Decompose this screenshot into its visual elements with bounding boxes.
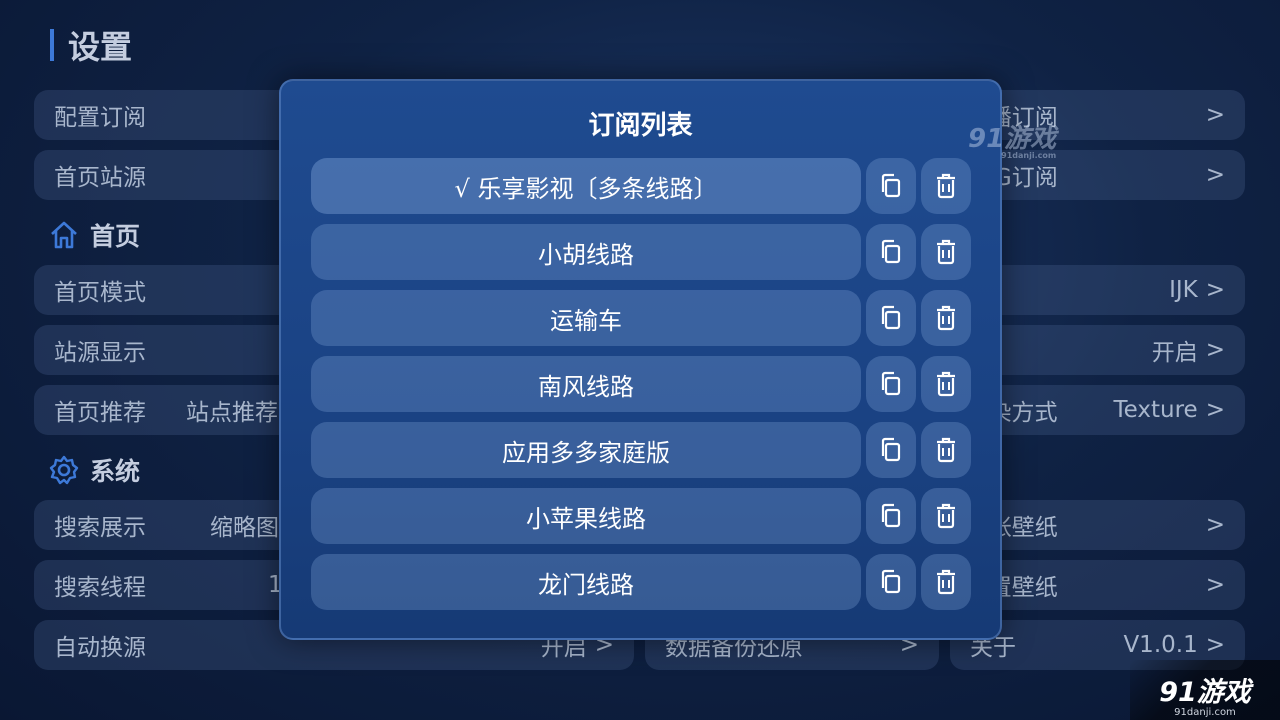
player-value: IJK xyxy=(1169,277,1198,303)
section-system: 系统 xyxy=(48,452,140,488)
section-system-title: 系统 xyxy=(90,457,141,486)
chevron-right-icon: > xyxy=(1205,337,1225,363)
home-source-label: 首页站源 xyxy=(54,165,146,191)
section-home: 首页 xyxy=(48,217,140,253)
subscription-item[interactable]: 南风线路 xyxy=(311,356,861,412)
search-display-label: 搜索展示 xyxy=(54,515,146,541)
corner-logo: 91游戏 91danji.com xyxy=(1130,660,1280,720)
watermark-logo: 91游戏 91danji.com xyxy=(968,118,1056,160)
auto-switch-label: 自动换源 xyxy=(54,635,146,661)
subscription-item[interactable]: √ 乐享影视〔多条线路〕 xyxy=(311,158,861,214)
watermark-text: 91游戏 xyxy=(968,124,1057,154)
subscription-item[interactable]: 小苹果线路 xyxy=(311,488,861,544)
delete-icon[interactable] xyxy=(921,158,971,214)
chevron-right-icon: > xyxy=(1205,102,1225,128)
version-value: V1.0.1 xyxy=(1123,632,1198,658)
page-title-text: 设置 xyxy=(68,28,133,66)
chevron-right-icon: > xyxy=(1205,277,1225,303)
epg-subscription-label: G订阅 xyxy=(993,165,1058,191)
chevron-right-icon: > xyxy=(1205,162,1225,188)
home-recommend-value: 站点推荐 xyxy=(186,400,278,426)
chevron-right-icon: > xyxy=(1205,632,1225,658)
home-recommend-label: 首页推荐 xyxy=(54,400,146,426)
delete-icon[interactable] xyxy=(921,290,971,346)
delete-icon[interactable] xyxy=(921,488,971,544)
section-home-title: 首页 xyxy=(90,222,141,251)
search-threads-label: 搜索线程 xyxy=(54,575,146,601)
copy-icon[interactable] xyxy=(866,554,916,610)
subscription-item[interactable]: 龙门线路 xyxy=(311,554,861,610)
page-title: 设置 xyxy=(50,26,132,66)
copy-icon[interactable] xyxy=(866,224,916,280)
chevron-right-icon: > xyxy=(1205,512,1225,538)
home-icon xyxy=(51,221,77,249)
search-display-value: 缩略图 xyxy=(210,515,279,541)
chevron-right-icon: > xyxy=(1205,397,1225,423)
chevron-right-icon: > xyxy=(1205,572,1225,598)
subscription-item[interactable]: 运输车 xyxy=(311,290,861,346)
subscription-item[interactable]: 小胡线路 xyxy=(311,224,861,280)
delete-icon[interactable] xyxy=(921,224,971,280)
copy-icon[interactable] xyxy=(866,158,916,214)
copy-icon[interactable] xyxy=(866,356,916,412)
config-subscription-label: 配置订阅 xyxy=(54,105,146,131)
title-accent-bar xyxy=(50,29,54,61)
delete-icon[interactable] xyxy=(921,356,971,412)
copy-icon[interactable] xyxy=(866,422,916,478)
subscription-list-dialog: 订阅列表 √ 乐享影视〔多条线路〕 小胡线路运输车南风线路应用多多家庭版 小苹果线路… xyxy=(279,79,1002,640)
corner-logo-text: 91游戏 xyxy=(1159,677,1251,708)
gear-icon xyxy=(49,455,79,485)
source-display-label: 站源显示 xyxy=(54,340,146,366)
delete-icon[interactable] xyxy=(921,422,971,478)
copy-icon[interactable] xyxy=(866,488,916,544)
copy-icon[interactable] xyxy=(866,290,916,346)
corner-logo-domain: 91danji.com xyxy=(1174,707,1236,718)
dialog-title: 订阅列表 xyxy=(588,111,693,141)
delete-icon[interactable] xyxy=(921,554,971,610)
render-mode-value: Texture xyxy=(1113,397,1198,423)
subscription-item[interactable]: 应用多多家庭版 xyxy=(311,422,861,478)
home-mode-label: 首页模式 xyxy=(54,280,146,306)
source-display-value: 开启 xyxy=(1151,340,1198,366)
